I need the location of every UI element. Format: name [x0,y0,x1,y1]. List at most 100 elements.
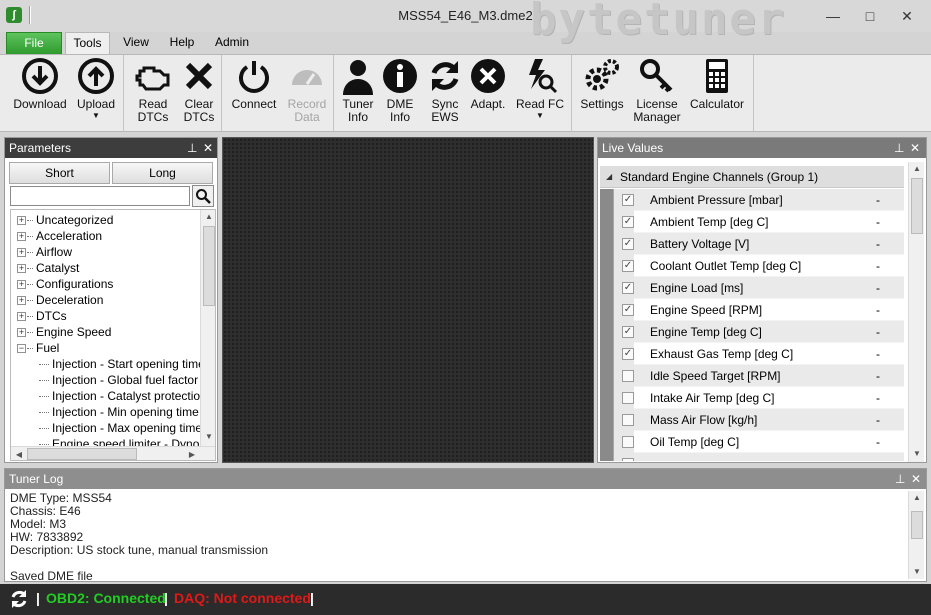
channel-checkbox[interactable]: ✓ [622,348,634,360]
live-values-scrollbar[interactable]: ▲ ▼ [908,162,924,462]
tab-long[interactable]: Long [112,162,213,184]
live-values-scroll-thumb[interactable] [911,178,923,234]
scroll-down-arrow-icon[interactable]: ▼ [201,430,215,444]
menu-admin[interactable]: Admin [208,32,256,54]
calculator-button[interactable]: Calculator [686,57,748,111]
download-button[interactable]: Download [10,57,70,111]
channel-checkbox[interactable] [622,436,634,448]
channel-checkbox[interactable] [622,414,634,426]
dme-info-button[interactable]: DME Info [380,57,420,124]
pin-icon[interactable]: ⊥ [187,138,197,158]
tuner-log-panel: Tuner Log ⊥ ✕ DME Type: MSS54 Chassis: E… [4,468,927,582]
read-dtcs-button[interactable]: Read DTCs [128,57,178,124]
sync-ews-button[interactable]: Sync EWS [422,57,468,124]
collapse-triangle-icon[interactable]: ◢ [606,166,612,188]
row-header-cell [600,343,614,365]
record-data-button[interactable]: Record Data [282,57,332,124]
maximize-button[interactable]: □ [855,4,885,28]
tuner-log-scrollbar[interactable]: ▲ ▼ [908,491,924,579]
channel-name: Coolant Outlet Temp [deg C] [650,259,802,273]
close-icon[interactable]: ✕ [910,138,920,158]
tuner-log-scroll-thumb[interactable] [911,511,923,539]
live-value-row[interactable]: ✓ Coolant Outlet Temp [deg C] - [600,255,904,277]
live-value-row[interactable]: Intake Air Temp [deg C] - [600,387,904,409]
pin-icon[interactable]: ⊥ [894,138,904,158]
expand-icon[interactable]: + [17,232,26,241]
channel-checkbox[interactable]: ✓ [622,282,634,294]
channel-checkbox[interactable] [622,458,634,461]
live-value-row[interactable] [600,453,904,461]
scroll-up-arrow-icon[interactable]: ▲ [909,491,925,505]
channel-checkbox[interactable] [622,392,634,404]
connect-button[interactable]: Connect [226,57,282,111]
expand-icon[interactable]: + [17,328,26,337]
live-value-row[interactable]: ✓ Engine Load [ms] - [600,277,904,299]
channel-name: Ambient Pressure [mbar] [650,193,783,207]
channel-checkbox[interactable]: ✓ [622,238,634,250]
menu-tools[interactable]: Tools [65,32,110,54]
expand-icon[interactable]: + [17,216,26,225]
tuner-log-text: DME Type: MSS54 Chassis: E46 Model: M3 H… [10,492,269,580]
close-icon[interactable]: ✕ [203,138,213,158]
tree-horizontal-scrollbar[interactable]: ◀ ▶ [11,446,215,460]
channel-checkbox[interactable] [622,370,634,382]
live-value-row[interactable]: Idle Speed Target [RPM] - [600,365,904,387]
channel-checkbox[interactable]: ✓ [622,326,634,338]
tree-connector [27,220,33,221]
pin-icon[interactable]: ⊥ [895,469,905,489]
clear-dtcs-button[interactable]: Clear DTCs [178,57,220,124]
upload-button[interactable]: Upload ▼ [70,57,122,120]
channel-checkbox[interactable]: ✓ [622,304,634,316]
read-fc-dropdown-arrow-icon[interactable]: ▼ [512,112,568,120]
live-value-row[interactable]: ✓ Ambient Pressure [mbar] - [600,189,904,211]
live-value-row[interactable]: ✓ Engine Temp [deg C] - [600,321,904,343]
close-window-button[interactable]: ✕ [892,4,922,28]
scroll-up-arrow-icon[interactable]: ▲ [909,162,925,176]
channel-value: - [876,303,880,317]
parameter-search-input[interactable] [10,186,190,206]
minimize-button[interactable]: — [818,4,848,28]
settings-button[interactable]: Settings [576,57,628,111]
tree-vertical-scroll-thumb[interactable] [203,226,215,306]
expand-icon[interactable]: + [17,248,26,257]
expand-icon[interactable]: + [17,312,26,321]
scroll-down-arrow-icon[interactable]: ▼ [909,565,925,579]
channel-value: - [876,369,880,383]
adapt-button[interactable]: Adapt. [468,57,508,111]
live-value-row[interactable]: ✓ Ambient Temp [deg C] - [600,211,904,233]
live-values-group-header[interactable]: ◢ Standard Engine Channels (Group 1) [600,166,904,188]
tuner-info-button[interactable]: Tuner Info [338,57,378,124]
channel-value: - [876,435,880,449]
live-value-row[interactable]: ✓ Battery Voltage [V] - [600,233,904,255]
scroll-left-arrow-icon[interactable]: ◀ [11,448,27,460]
expand-icon[interactable]: + [17,296,26,305]
tree-vertical-scrollbar[interactable]: ▲ ▼ [200,210,215,446]
license-manager-button[interactable]: License Manager [630,57,684,124]
search-button[interactable] [192,185,214,207]
scroll-up-arrow-icon[interactable]: ▲ [201,210,215,224]
document-workspace[interactable] [222,137,594,463]
refresh-icon[interactable] [8,588,30,610]
collapse-icon[interactable]: − [17,344,26,353]
menu-help[interactable]: Help [163,32,201,54]
tree-horizontal-scroll-thumb[interactable] [27,448,137,460]
close-icon[interactable]: ✕ [911,469,921,489]
channel-checkbox[interactable]: ✓ [622,194,634,206]
channel-checkbox[interactable]: ✓ [622,216,634,228]
scroll-down-arrow-icon[interactable]: ▼ [909,447,925,461]
upload-dropdown-arrow-icon[interactable]: ▼ [70,112,122,120]
row-header-cell [600,453,614,461]
live-value-row[interactable]: Mass Air Flow [kg/h] - [600,409,904,431]
expand-icon[interactable]: + [17,280,26,289]
expand-icon[interactable]: + [17,264,26,273]
menu-view[interactable]: View [116,32,156,54]
tab-short[interactable]: Short [9,162,110,184]
scroll-right-arrow-icon[interactable]: ▶ [184,448,200,460]
live-value-row[interactable]: ✓ Exhaust Gas Temp [deg C] - [600,343,904,365]
read-fc-button[interactable]: Read FC ▼ [512,57,568,120]
menu-file[interactable]: File [6,32,62,54]
channel-checkbox[interactable]: ✓ [622,260,634,272]
status-bar: | OBD2: Connected | DAQ: Not connected | [0,584,931,615]
live-value-row[interactable]: Oil Temp [deg C] - [600,431,904,453]
live-value-row[interactable]: ✓ Engine Speed [RPM] - [600,299,904,321]
